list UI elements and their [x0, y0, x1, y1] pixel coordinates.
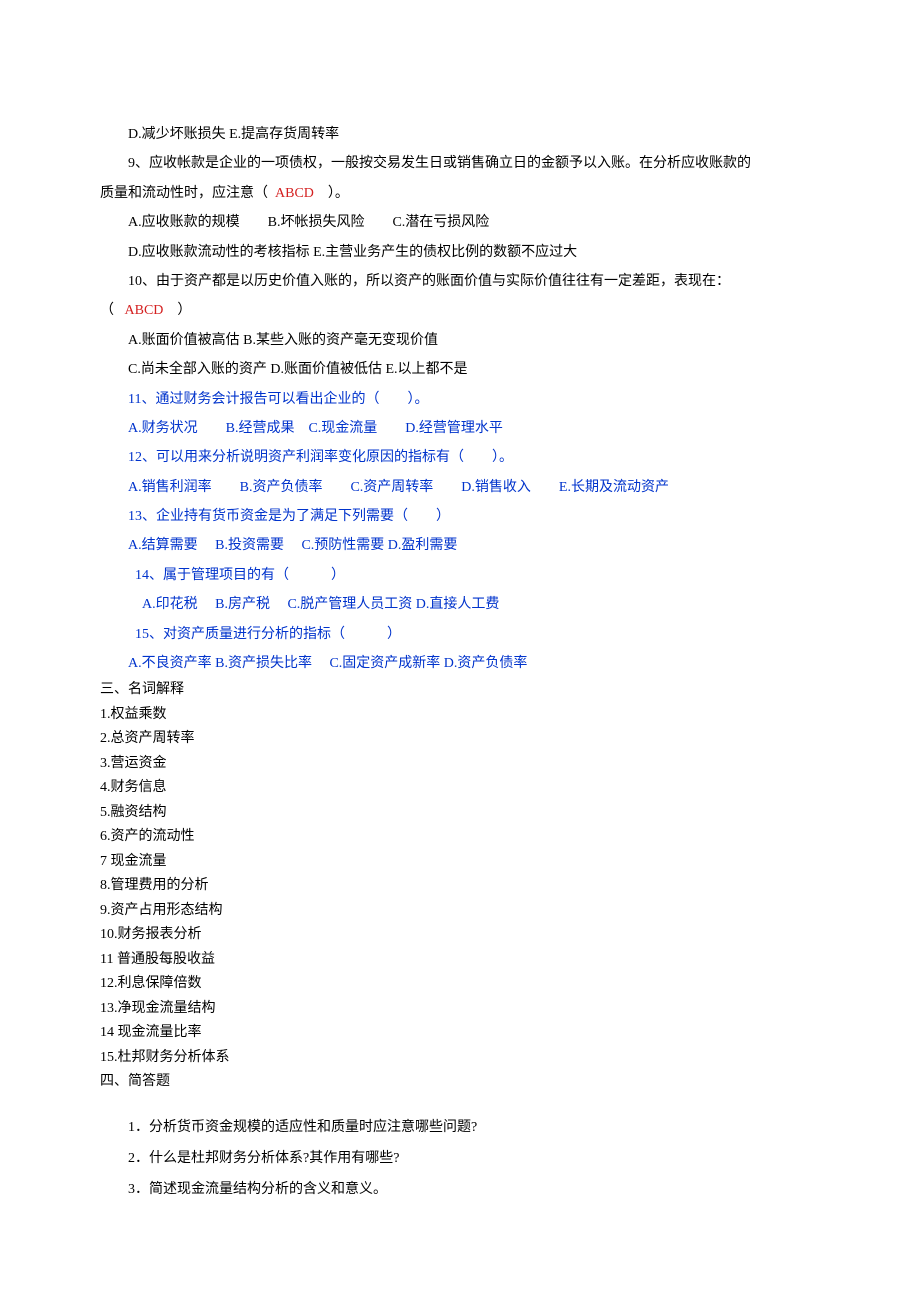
- q10-paren-open: （: [100, 303, 114, 318]
- q9-stem-pre: 质量和流动性时，应注意（: [100, 186, 268, 201]
- q12-options: A.销售利润率 B.资产负债率 C.资产周转率 D.销售收入 E.长期及流动资产: [100, 473, 820, 502]
- q15-stem-text: 15、对资产质量进行分析的指标（ ）: [135, 627, 401, 642]
- q14-stem-text: 14、属于管理项目的有（ ）: [135, 568, 345, 583]
- section4-title: 四、简答题: [100, 1070, 820, 1095]
- q15-options: A.不良资产率 B.资产损失比率 C.固定资产成新率 D.资产负债率: [100, 649, 820, 678]
- term-11: 11 普通股每股收益: [100, 948, 820, 973]
- q9-options-abc: A.应收账款的规模 B.坏帐损失风险 C.潜在亏损风险: [100, 208, 820, 237]
- q10-stem: 10、由于资产都是以历史价值入账的，所以资产的账面价值与实际价值往往有一定差距，…: [100, 267, 820, 296]
- term-6: 6.资产的流动性: [100, 825, 820, 850]
- q11-stem: 11、通过财务会计报告可以看出企业的（ ）。: [100, 385, 820, 414]
- q14-options: A.印花税 B.房产税 C.脱产管理人员工资 D.直接人工费: [100, 590, 820, 619]
- q11-options: A.财务状况 B.经营成果 C.现金流量 D.经营管理水平: [100, 414, 820, 443]
- q8-options-de: D.减少坏账损失 E.提高存货周转率: [100, 120, 820, 149]
- q9-stem-line2: 质量和流动性时，应注意（ ABCD ）。: [100, 179, 820, 208]
- q9-stem-post: ）。: [328, 186, 349, 201]
- term-15: 15.杜邦财务分析体系: [100, 1046, 820, 1071]
- term-8: 8.管理费用的分析: [100, 874, 820, 899]
- term-1: 1.权益乘数: [100, 703, 820, 728]
- q14-stem: 14、属于管理项目的有（ ）: [100, 561, 820, 590]
- q9-stem-line1: 9、应收帐款是企业的一项债权，一般按交易发生日或销售确立日的金额予以入账。在分析…: [100, 149, 820, 178]
- q10-paren-close: ）: [177, 303, 191, 318]
- q13-options: A.结算需要 B.投资需要 C.预防性需要 D.盈利需要: [100, 531, 820, 560]
- term-2: 2.总资产周转率: [100, 727, 820, 752]
- q13-stem: 13、企业持有货币资金是为了满足下列需要（ ）: [100, 502, 820, 531]
- term-10: 10.财务报表分析: [100, 923, 820, 948]
- term-12: 12.利息保障倍数: [100, 972, 820, 997]
- q10-answer-text: ABCD: [125, 303, 164, 318]
- q9-answer-text: ABCD: [275, 186, 314, 201]
- term-3: 3.营运资金: [100, 752, 820, 777]
- term-9: 9.资产占用形态结构: [100, 899, 820, 924]
- term-4: 4.财务信息: [100, 776, 820, 801]
- term-14: 14 现金流量比率: [100, 1021, 820, 1046]
- term-7: 7 现金流量: [100, 850, 820, 875]
- q12-stem: 12、可以用来分析说明资产利润率变化原因的指标有（ ）。: [100, 443, 820, 472]
- q10-answer-line: （ ABCD ）: [100, 296, 820, 325]
- section4-q1: 1．分析货币资金规模的适应性和质量时应注意哪些问题?: [100, 1113, 820, 1144]
- section4-q3: 3．简述现金流量结构分析的含义和意义。: [100, 1175, 820, 1206]
- section3-title: 三、名词解释: [100, 678, 820, 703]
- q10-options-ab: A.账面价值被高估 B.某些入账的资产毫无变现价值: [100, 326, 820, 355]
- term-5: 5.融资结构: [100, 801, 820, 826]
- q10-answer: ABCD: [114, 303, 177, 318]
- term-13: 13.净现金流量结构: [100, 997, 820, 1022]
- q10-options-cde: C.尚未全部入账的资产 D.账面价值被低估 E.以上都不是: [100, 355, 820, 384]
- section4-q2: 2．什么是杜邦财务分析体系?其作用有哪些?: [100, 1144, 820, 1175]
- q9-answer: ABCD: [268, 186, 328, 201]
- q9-options-de: D.应收账款流动性的考核指标 E.主营业务产生的债权比例的数额不应过大: [100, 238, 820, 267]
- q15-stem: 15、对资产质量进行分析的指标（ ）: [100, 620, 820, 649]
